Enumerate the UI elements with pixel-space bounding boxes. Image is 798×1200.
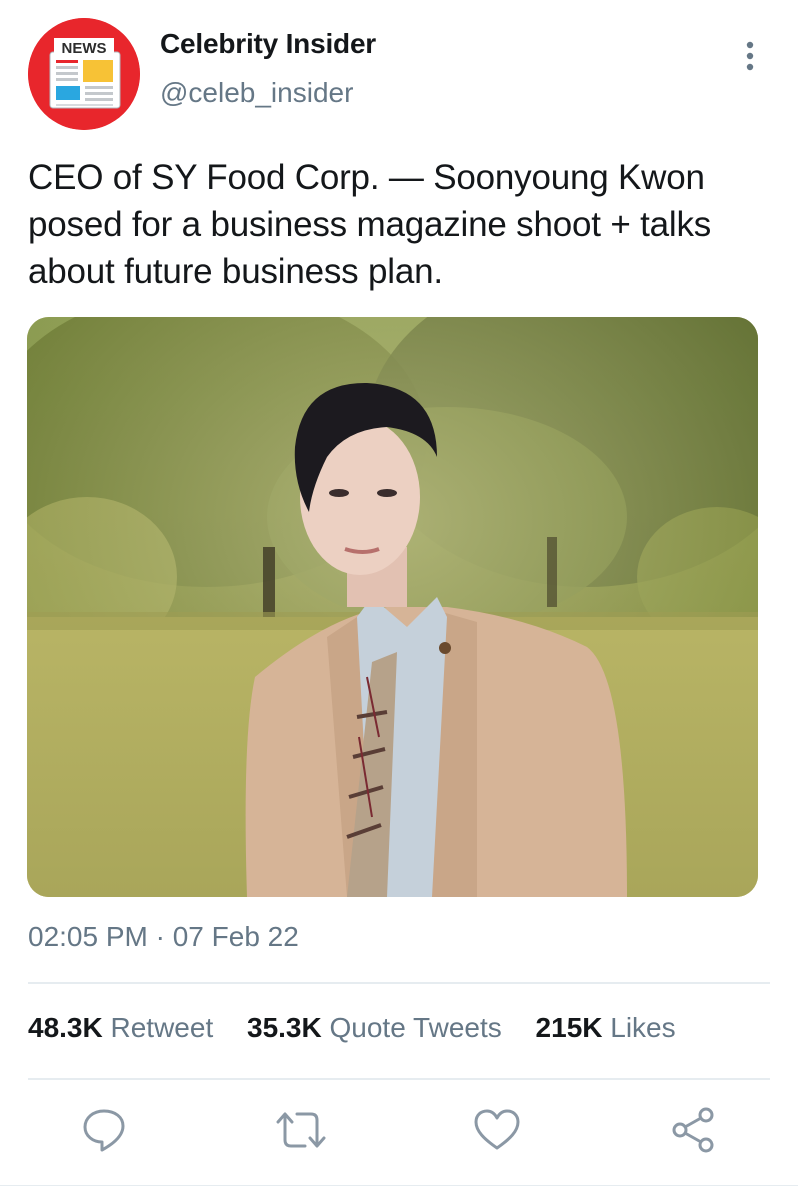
likes-count: 215K <box>535 1012 603 1043</box>
divider <box>0 1185 798 1186</box>
avatar-label: NEWS <box>62 40 107 57</box>
more-vertical-icon[interactable] <box>738 38 762 74</box>
likes-label: Likes <box>610 1012 676 1043</box>
likes-stat[interactable]: 215K Likes <box>536 1012 676 1044</box>
avatar[interactable]: NEWS <box>28 18 140 130</box>
newspaper-icon: NEWS <box>28 18 140 130</box>
reply-icon[interactable] <box>80 1106 128 1154</box>
tweet-stats: 48.3K Retweet 35.3K Quote Tweets 215K Li… <box>28 1012 676 1044</box>
author-name[interactable]: Celebrity Insider <box>160 28 376 60</box>
retweet-count: 48.3K <box>28 1012 103 1043</box>
divider <box>28 982 770 984</box>
author-handle[interactable]: @celeb_insider <box>160 77 353 109</box>
quote-tweets-stat[interactable]: 35.3K Quote Tweets <box>247 1012 502 1044</box>
quote-tweets-count: 35.3K <box>247 1012 322 1043</box>
action-bar <box>0 1106 798 1156</box>
retweet-label: Retweet <box>110 1012 214 1043</box>
tweet-timestamp[interactable]: 02:05 PM · 07 Feb 22 <box>28 921 299 953</box>
tweet-text: CEO of SY Food Corp. — Soonyoung Kwon po… <box>28 158 712 291</box>
quote-tweets-label: Quote Tweets <box>329 1012 502 1043</box>
share-icon[interactable] <box>670 1106 718 1154</box>
retweet-icon[interactable] <box>275 1106 326 1154</box>
tweet-photo[interactable] <box>27 317 758 897</box>
retweet-stat[interactable]: 48.3K Retweet <box>28 1012 213 1044</box>
divider <box>28 1078 770 1080</box>
like-icon[interactable] <box>472 1106 520 1154</box>
